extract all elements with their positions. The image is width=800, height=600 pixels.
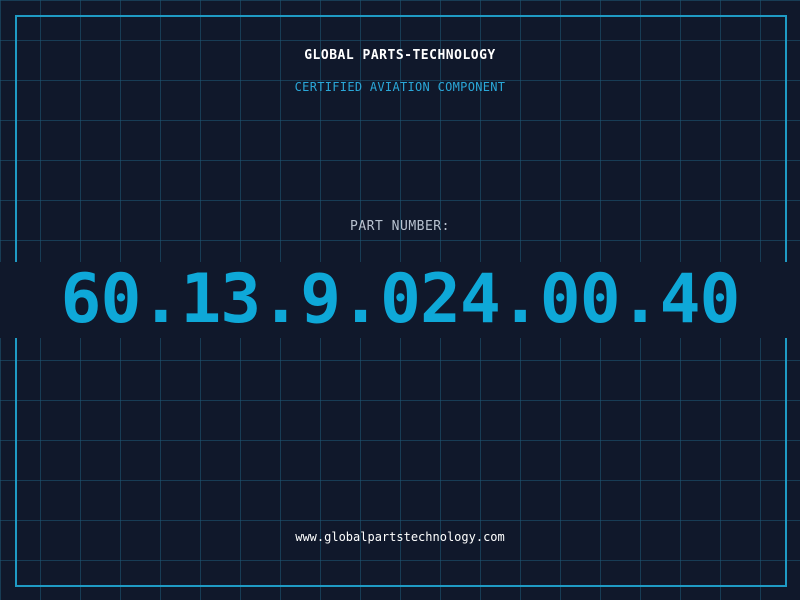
company-name: GLOBAL PARTS-TECHNOLOGY — [304, 48, 496, 63]
certification-text: CERTIFIED AVIATION COMPONENT — [294, 80, 506, 94]
website-url: www.globalpartstechnology.com — [295, 530, 505, 544]
part-label-card: GLOBAL PARTS-TECHNOLOGY CERTIFIED AVIATI… — [0, 0, 800, 600]
part-number-value: 60.13.9.024.00.40 — [60, 260, 741, 339]
part-number-label: PART NUMBER: — [350, 219, 450, 234]
